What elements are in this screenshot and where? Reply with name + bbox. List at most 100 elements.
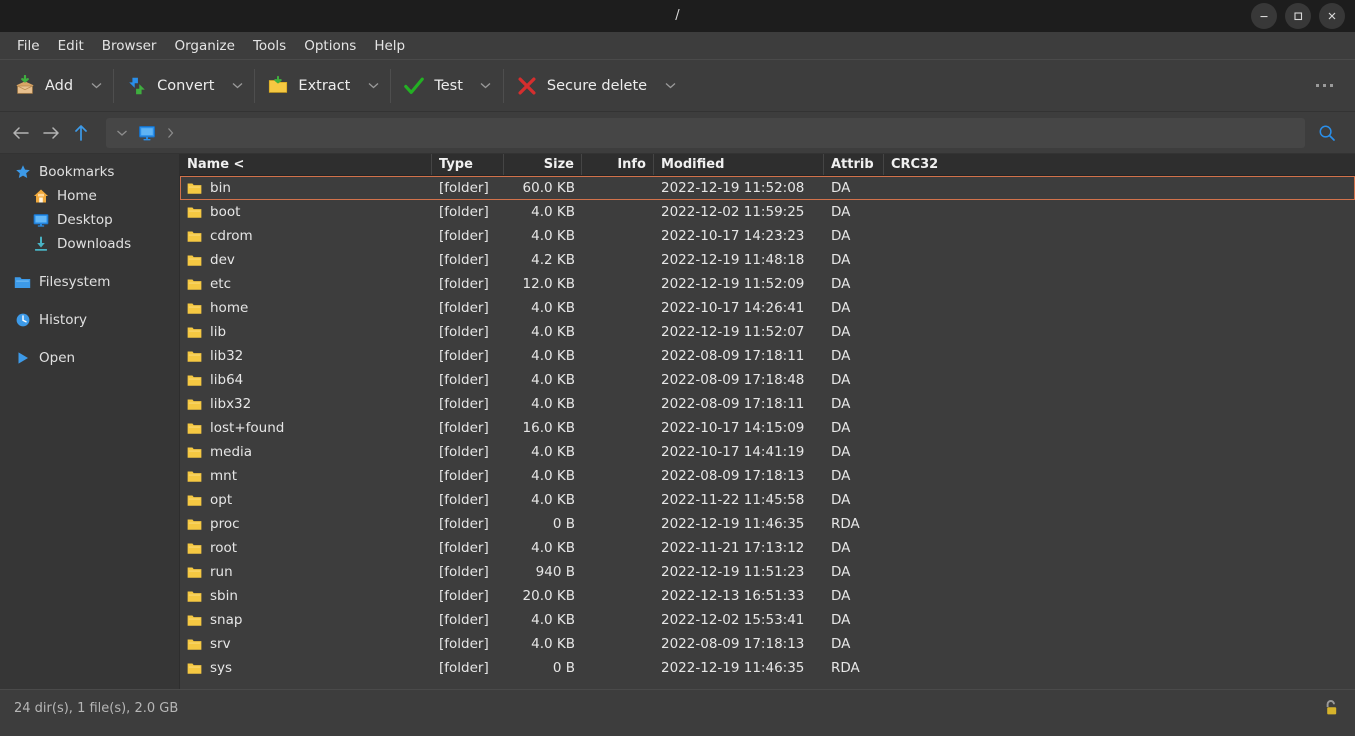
table-row[interactable]: lib32[folder]4.0 KB2022-08-09 17:18:11DA (180, 344, 1355, 368)
table-row[interactable]: boot[folder]4.0 KB2022-12-02 11:59:25DA (180, 200, 1355, 224)
ellipsis-icon-dot (1316, 84, 1319, 87)
toolbar-overflow-button[interactable] (1294, 60, 1355, 111)
table-row[interactable]: mnt[folder]4.0 KB2022-08-09 17:18:13DA (180, 464, 1355, 488)
table-row[interactable]: srv[folder]4.0 KB2022-08-09 17:18:13DA (180, 632, 1355, 656)
column-header-modified[interactable]: Modified (654, 154, 824, 175)
file-list-pane: Name < Type Size Info Modified Attrib CR… (180, 154, 1355, 689)
table-row[interactable]: proc[folder]0 B2022-12-19 11:46:35RDA (180, 512, 1355, 536)
table-row[interactable]: run[folder]940 B2022-12-19 11:51:23DA (180, 560, 1355, 584)
cell-modified: 2022-08-09 17:18:13 (654, 636, 824, 652)
cell-type: [folder] (432, 420, 504, 436)
menu-organize[interactable]: Organize (165, 35, 243, 57)
status-lock[interactable] (1321, 698, 1341, 718)
cell-attrib: DA (824, 420, 884, 436)
table-row[interactable]: etc[folder]12.0 KB2022-12-19 11:52:09DA (180, 272, 1355, 296)
table-row[interactable]: home[folder]4.0 KB2022-10-17 14:26:41DA (180, 296, 1355, 320)
path-history-dropdown[interactable] (112, 127, 132, 139)
menu-file[interactable]: File (8, 35, 49, 57)
cell-type: [folder] (432, 540, 504, 556)
column-header-name[interactable]: Name < (180, 154, 432, 175)
column-header-crc32[interactable]: CRC32 (884, 154, 1355, 175)
up-button[interactable] (66, 118, 96, 148)
cell-type: [folder] (432, 372, 504, 388)
cell-attrib: DA (824, 228, 884, 244)
table-row[interactable]: cdrom[folder]4.0 KB2022-10-17 14:23:23DA (180, 224, 1355, 248)
column-header-type[interactable]: Type (432, 154, 504, 175)
cell-size: 4.0 KB (504, 324, 582, 340)
file-list-rows[interactable]: bin[folder]60.0 KB2022-12-19 11:52:08DAb… (180, 176, 1355, 689)
table-row[interactable]: lib[folder]4.0 KB2022-12-19 11:52:07DA (180, 320, 1355, 344)
toolbar-group-extract: Extract (259, 60, 386, 111)
cell-name: lost+found (180, 420, 432, 436)
table-row[interactable]: snap[folder]4.0 KB2022-12-02 15:53:41DA (180, 608, 1355, 632)
table-row[interactable]: opt[folder]4.0 KB2022-11-22 11:45:58DA (180, 488, 1355, 512)
cell-attrib: DA (824, 276, 884, 292)
table-row[interactable]: sys[folder]0 B2022-12-19 11:46:35RDA (180, 656, 1355, 680)
sidebar-item-desktop[interactable]: Desktop (0, 208, 179, 232)
sidebar-item-home[interactable]: Home (0, 184, 179, 208)
breadcrumb-computer[interactable] (134, 123, 160, 143)
table-row[interactable]: root[folder]4.0 KB2022-11-21 17:13:12DA (180, 536, 1355, 560)
table-row[interactable]: lost+found[folder]16.0 KB2022-10-17 14:1… (180, 416, 1355, 440)
cell-size: 4.0 KB (504, 228, 582, 244)
sidebar-item-history[interactable]: History (0, 308, 179, 332)
table-row[interactable]: media[folder]4.0 KB2022-10-17 14:41:19DA (180, 440, 1355, 464)
secure-delete-button[interactable]: Secure delete (508, 69, 657, 103)
folder-icon (187, 254, 202, 267)
cell-type: [folder] (432, 468, 504, 484)
sidebar-item-label: Desktop (57, 212, 113, 228)
sidebar-spacer (0, 256, 179, 270)
path-breadcrumb-bar[interactable] (106, 118, 1305, 148)
address-bar (0, 112, 1355, 154)
cell-name: etc (180, 276, 432, 292)
extract-button[interactable]: Extract (259, 69, 360, 103)
convert-dropdown-arrow[interactable] (224, 71, 250, 101)
test-dropdown-arrow[interactable] (473, 71, 499, 101)
sidebar-item-label: Home (57, 188, 97, 204)
cell-size: 0 B (504, 660, 582, 676)
menu-browser[interactable]: Browser (93, 35, 166, 57)
column-header-info[interactable]: Info (582, 154, 654, 175)
cell-name: sbin (180, 588, 432, 604)
sidebar-item-label: Downloads (57, 236, 131, 252)
sidebar-item-downloads[interactable]: Downloads (0, 232, 179, 256)
sidebar-item-bookmarks[interactable]: Bookmarks (0, 160, 179, 184)
table-row[interactable]: dev[folder]4.2 KB2022-12-19 11:48:18DA (180, 248, 1355, 272)
search-button[interactable] (1309, 118, 1345, 148)
breadcrumb-separator (162, 125, 179, 141)
column-header-size[interactable]: Size (504, 154, 582, 175)
toolbar-group-test: Test (395, 60, 499, 111)
test-button[interactable]: Test (395, 69, 473, 103)
sidebar-item-open[interactable]: Open (0, 346, 179, 370)
column-header-attrib[interactable]: Attrib (824, 154, 884, 175)
convert-button[interactable]: Convert (118, 69, 224, 103)
add-button[interactable]: Add (6, 69, 83, 103)
cell-name: proc (180, 516, 432, 532)
file-name-label: root (210, 540, 237, 556)
minimize-button[interactable] (1251, 3, 1277, 29)
sidebar-item-filesystem[interactable]: Filesystem (0, 270, 179, 294)
cell-attrib: DA (824, 324, 884, 340)
add-dropdown-arrow[interactable] (83, 71, 109, 101)
table-row[interactable]: libx32[folder]4.0 KB2022-08-09 17:18:11D… (180, 392, 1355, 416)
file-name-label: proc (210, 516, 240, 532)
forward-button[interactable] (36, 118, 66, 148)
menu-help[interactable]: Help (365, 35, 414, 57)
toolbar-group-secure-delete: Secure delete (508, 60, 683, 111)
secure-delete-dropdown-arrow[interactable] (657, 71, 683, 101)
table-row[interactable]: bin[folder]60.0 KB2022-12-19 11:52:08DA (180, 176, 1355, 200)
add-archive-icon (14, 75, 36, 97)
menu-tools[interactable]: Tools (244, 35, 295, 57)
table-row[interactable]: lib64[folder]4.0 KB2022-08-09 17:18:48DA (180, 368, 1355, 392)
back-button[interactable] (6, 118, 36, 148)
cell-modified: 2022-08-09 17:18:48 (654, 372, 824, 388)
maximize-button[interactable] (1285, 3, 1311, 29)
toolbar-separator (390, 69, 391, 103)
main-content: Bookmarks Home Desktop (0, 154, 1355, 689)
close-button[interactable] (1319, 3, 1345, 29)
menu-edit[interactable]: Edit (49, 35, 93, 57)
extract-dropdown-arrow[interactable] (360, 71, 386, 101)
table-row[interactable]: sbin[folder]20.0 KB2022-12-13 16:51:33DA (180, 584, 1355, 608)
cell-name: lib (180, 324, 432, 340)
menu-options[interactable]: Options (295, 35, 365, 57)
